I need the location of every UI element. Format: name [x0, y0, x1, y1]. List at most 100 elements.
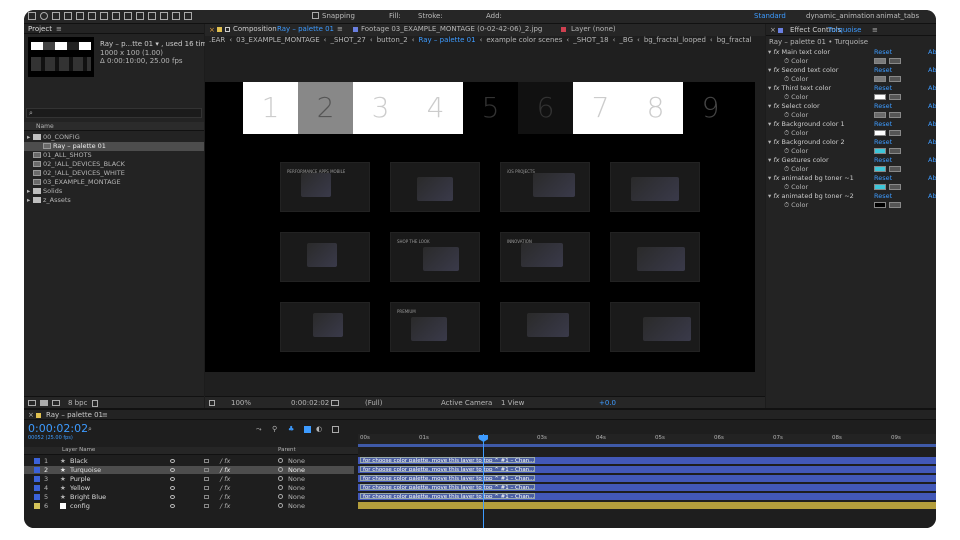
about-link[interactable]: Ab — [928, 156, 936, 165]
zoom-dropdown[interactable]: 100% — [231, 399, 251, 407]
time-ruler[interactable]: 00s01s02s03s04s05s06s07s08s09s — [358, 434, 936, 444]
selection-tool-icon[interactable] — [28, 12, 36, 20]
layer-label-color[interactable] — [34, 485, 40, 491]
work-area-bar[interactable] — [358, 444, 936, 447]
exposure-value[interactable]: +0.0 — [599, 399, 616, 407]
lock-icon[interactable] — [225, 27, 230, 32]
eyedropper-icon[interactable] — [889, 76, 901, 82]
snapshot-icon[interactable] — [331, 400, 339, 406]
layer-row[interactable]: 5 ★ Bright Blue / fx None — [24, 493, 354, 501]
breadcrumb-item[interactable]: Ray – palette 01 — [419, 36, 476, 44]
layer-marker-label[interactable]: for choose color palette, move this laye… — [360, 484, 535, 490]
reset-link[interactable]: Reset — [874, 48, 892, 57]
eyedropper-icon[interactable] — [889, 166, 901, 172]
motion-blur-icon[interactable]: ◐ — [316, 425, 322, 433]
hand-tool-icon[interactable] — [40, 12, 48, 20]
parent-dropdown[interactable]: None — [288, 457, 305, 465]
fx-switch-icon[interactable]: / fx — [220, 493, 230, 501]
layer-marker-label[interactable]: for choose color palette, move this laye… — [360, 493, 535, 499]
effect-item[interactable]: ▾ fx Gestures color Reset Ab — [768, 156, 936, 165]
workspace-dynamic-animation[interactable]: dynamic_animation — [806, 12, 875, 20]
preview-icon[interactable] — [209, 400, 215, 406]
color-swatch[interactable] — [874, 184, 886, 190]
about-link[interactable]: Ab — [928, 192, 936, 201]
reset-link[interactable]: Reset — [874, 192, 892, 201]
timeline-current-time[interactable]: 0:00:02:02 — [28, 422, 88, 435]
layer-duration-bar[interactable]: for choose color palette, move this laye… — [358, 466, 936, 473]
effect-controls-layer[interactable]: Turquoise — [828, 26, 861, 34]
clone-stamp-tool-icon[interactable] — [148, 12, 156, 20]
layer-row[interactable]: 3 ★ Purple / fx None — [24, 475, 354, 483]
column-layer-name[interactable]: Layer Name — [62, 447, 95, 453]
visibility-eye-icon[interactable] — [170, 459, 175, 463]
pen-tool-icon[interactable] — [112, 12, 120, 20]
panel-menu-icon[interactable]: ≡ — [102, 411, 108, 419]
breadcrumb-item[interactable]: .EAR — [209, 36, 225, 44]
reset-link[interactable]: Reset — [874, 120, 892, 129]
search-icon[interactable]: ⌕ — [88, 425, 92, 434]
about-link[interactable]: Ab — [928, 138, 936, 147]
fx-icon[interactable]: fx — [773, 102, 781, 110]
color-swatch[interactable] — [874, 94, 886, 100]
tab-footage[interactable]: Footage 03_EXAMPLE_MONTAGE (0-02-42-06)_… — [361, 25, 542, 33]
fx-icon[interactable]: fx — [773, 156, 781, 164]
fx-switch-icon[interactable]: / fx — [220, 457, 230, 465]
project-item[interactable]: 03_EXAMPLE_MONTAGE — [24, 178, 204, 187]
about-link[interactable]: Ab — [928, 174, 936, 183]
breadcrumb-item[interactable]: _BG — [619, 36, 633, 44]
type-tool-icon[interactable] — [124, 12, 132, 20]
fx-switch-icon[interactable]: / fx — [220, 475, 230, 483]
tab-layer[interactable]: Layer (none) — [571, 25, 616, 33]
layer-row[interactable]: 4 ★ Yellow / fx None — [24, 484, 354, 492]
views-dropdown[interactable]: 1 View — [501, 399, 524, 407]
fx-icon[interactable]: fx — [773, 84, 781, 92]
eyedropper-icon[interactable] — [889, 148, 901, 154]
layer-duration-bar[interactable]: for choose color palette, move this laye… — [358, 457, 936, 464]
visibility-eye-icon[interactable] — [170, 495, 175, 499]
project-item[interactable]: 01_ALL_SHOTS — [24, 151, 204, 160]
fx-icon[interactable]: fx — [773, 192, 781, 200]
puppet-tool-icon[interactable] — [184, 12, 192, 20]
stroke-label[interactable]: Stroke: — [418, 12, 443, 20]
brush-tool-icon[interactable] — [136, 12, 144, 20]
layer-label-color[interactable] — [34, 494, 40, 500]
eyedropper-icon[interactable] — [889, 184, 901, 190]
frame-blending-icon[interactable] — [304, 426, 311, 433]
eyedropper-icon[interactable] — [889, 58, 901, 64]
layer-marker-label[interactable]: for choose color palette, move this laye… — [360, 466, 535, 472]
visibility-eye-icon[interactable] — [170, 468, 175, 472]
breadcrumb-item[interactable]: _SHOT_18 — [573, 36, 608, 44]
eyedropper-icon[interactable] — [889, 202, 901, 208]
layer-label-color[interactable] — [34, 467, 40, 473]
fx-icon[interactable]: fx — [773, 66, 781, 74]
tab-composition-name[interactable]: Ray – palette 01 — [277, 25, 334, 33]
about-link[interactable]: Ab — [928, 48, 936, 57]
roto-brush-tool-icon[interactable] — [172, 12, 180, 20]
color-swatch[interactable] — [874, 130, 886, 136]
project-panel-title[interactable]: Project — [28, 25, 52, 33]
fx-switch-icon[interactable]: / fx — [220, 466, 230, 474]
column-name[interactable]: Name — [36, 123, 54, 130]
layer-duration-bar[interactable]: for choose color palette, move this laye… — [358, 475, 936, 482]
about-link[interactable]: Ab — [928, 102, 936, 111]
shy-icon[interactable] — [204, 495, 209, 499]
effect-item[interactable]: ▾ fx Background color 2 Reset Ab — [768, 138, 936, 147]
parent-pickwhip-icon[interactable] — [278, 476, 283, 481]
project-item[interactable]: ▸ Solids — [24, 187, 204, 196]
layer-label-color[interactable] — [34, 503, 40, 509]
shy-icon[interactable] — [204, 477, 209, 481]
layer-duration-bar[interactable] — [358, 502, 936, 509]
draft-3d-icon[interactable]: ⚲ — [272, 425, 277, 433]
breadcrumb-item[interactable]: button_2 — [377, 36, 408, 44]
camera-tool-icon[interactable] — [76, 12, 84, 20]
visibility-eye-icon[interactable] — [170, 504, 175, 508]
reset-link[interactable]: Reset — [874, 138, 892, 147]
resolution-dropdown[interactable]: (Full) — [365, 399, 382, 407]
fx-icon[interactable]: fx — [773, 48, 781, 56]
workspace-standard[interactable]: Standard — [754, 12, 786, 20]
project-item[interactable]: ▸ 00_CONFIG — [24, 133, 204, 142]
rotate-tool-icon[interactable] — [64, 12, 72, 20]
close-icon[interactable]: × — [28, 411, 34, 419]
visibility-eye-icon[interactable] — [170, 486, 175, 490]
fx-icon[interactable]: fx — [773, 120, 781, 128]
